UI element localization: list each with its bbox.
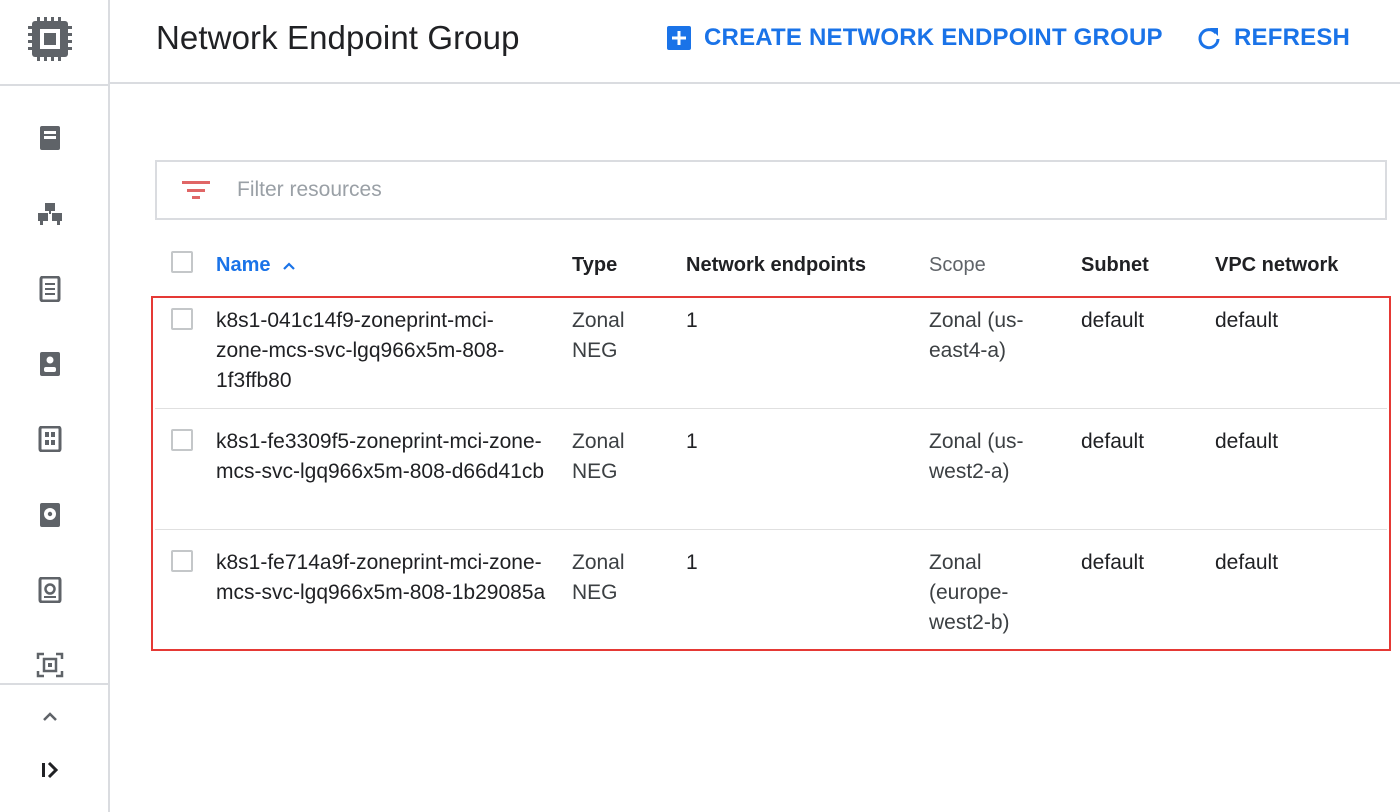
filter-icon [181,178,211,202]
neg-type: Zonal NEG [572,309,625,362]
page-title: Network Endpoint Group [156,19,520,56]
expand-icon[interactable] [36,756,64,784]
neg-scope: Zonal (europe-west2-b) [929,551,1010,634]
instance-group-icon[interactable] [36,200,64,228]
neg-scope: Zonal (us-east4-a) [929,309,1024,362]
sort-ascending-icon [282,259,296,273]
neg-name[interactable]: k8s1-fe3309f5-zoneprint-mci-zone-mcs-svc… [216,427,546,487]
vm-instance-icon[interactable] [36,124,64,152]
rail-divider [0,84,108,86]
select-all-checkbox[interactable] [171,251,193,273]
column-header-subnet[interactable]: Subnet [1081,254,1149,277]
side-nav-rail [0,0,110,812]
refresh-label: REFRESH [1234,24,1351,51]
column-header-type[interactable]: Type [572,254,617,277]
neg-vpc: default [1215,430,1279,453]
disk-icon[interactable] [36,501,64,529]
column-header-endpoints[interactable]: Network endpoints [686,254,866,277]
machine-image-icon[interactable] [36,425,64,453]
column-header-vpc[interactable]: VPC network [1215,254,1338,277]
row-checkbox[interactable] [171,429,193,451]
filter-bar[interactable]: Filter resources [155,160,1387,220]
create-neg-label: CREATE NETWORK ENDPOINT GROUP [704,24,1163,51]
row-checkbox[interactable] [171,550,193,572]
column-header-name-label: Name [216,254,271,276]
neg-endpoints: 1 [686,430,698,453]
neg-endpoints: 1 [686,309,698,332]
rail-divider [0,683,108,685]
neg-subnet: default [1081,309,1145,332]
page-header: Network Endpoint Group CREATE NETWORK EN… [110,0,1400,84]
instance-template-icon[interactable] [36,275,64,303]
column-header-scope[interactable]: Scope [929,254,986,277]
neg-subnet: default [1081,430,1145,453]
table-row[interactable]: k8s1-041c14f9-zoneprint-mci-zone-mcs-svc… [155,298,1387,419]
neg-type: Zonal NEG [572,430,625,483]
neg-scope: Zonal (us-west2-a) [929,430,1024,483]
neg-name[interactable]: k8s1-fe714a9f-zoneprint-mci-zone-mcs-svc… [216,548,546,608]
compute-engine-logo-icon[interactable] [19,10,81,68]
filter-input[interactable]: Filter resources [237,178,382,202]
row-divider [155,408,1387,409]
row-checkbox[interactable] [171,308,193,330]
neg-vpc: default [1215,309,1279,332]
neg-name[interactable]: k8s1-041c14f9-zoneprint-mci-zone-mcs-svc… [216,306,546,396]
snapshot-icon[interactable] [36,576,64,604]
refresh-icon [1196,25,1222,51]
neg-vpc: default [1215,551,1279,574]
table-row[interactable]: k8s1-fe714a9f-zoneprint-mci-zone-mcs-svc… [155,540,1387,661]
row-divider [155,529,1387,530]
add-box-icon [666,25,692,51]
neg-subnet: default [1081,551,1145,574]
refresh-button[interactable]: REFRESH [1196,22,1350,54]
neg-type: Zonal NEG [572,551,625,604]
sole-tenant-icon[interactable] [36,350,64,378]
create-neg-button[interactable]: CREATE NETWORK ENDPOINT GROUP [666,22,1163,54]
column-header-name[interactable]: Name [216,254,296,277]
more-icon[interactable] [36,708,64,722]
neg-endpoints: 1 [686,551,698,574]
table-row[interactable]: k8s1-fe3309f5-zoneprint-mci-zone-mcs-svc… [155,419,1387,540]
image-icon[interactable] [36,651,64,679]
